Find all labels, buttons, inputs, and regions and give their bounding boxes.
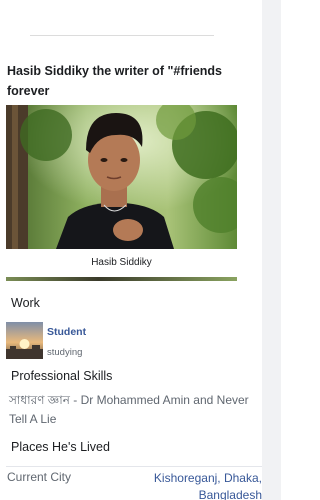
places-heading: Places He's Lived bbox=[11, 440, 110, 454]
current-city-label: Current City bbox=[7, 470, 72, 484]
photo-strip bbox=[6, 277, 237, 281]
work-item[interactable]: Student studying bbox=[6, 322, 246, 362]
work-heading: Work bbox=[11, 296, 40, 310]
photo-caption: Hasib Siddiky bbox=[6, 249, 237, 277]
city-divider bbox=[6, 466, 262, 467]
profile-photo-card[interactable]: Hasib Siddiky bbox=[6, 105, 237, 281]
skills-text: সাধারণ জ্ঞান - Dr Mohammed Amin and Neve… bbox=[9, 393, 249, 426]
profile-photo[interactable] bbox=[6, 105, 237, 249]
post-title: Hasib Siddiky the writer of "#friends fo… bbox=[7, 64, 223, 98]
profile-page: Hasib Siddiky the writer of "#friends fo… bbox=[0, 0, 262, 500]
current-city-link[interactable]: Kishoreganj, Dhaka, Bangladesh bbox=[142, 470, 262, 500]
work-thumbnail[interactable] bbox=[6, 322, 43, 359]
work-subtitle: studying bbox=[47, 347, 83, 358]
work-title-link[interactable]: Student bbox=[47, 326, 86, 338]
top-divider bbox=[30, 35, 214, 36]
right-gutter bbox=[262, 0, 281, 500]
sunset-thumbnail-icon bbox=[6, 322, 43, 359]
skills-heading: Professional Skills bbox=[11, 369, 113, 383]
